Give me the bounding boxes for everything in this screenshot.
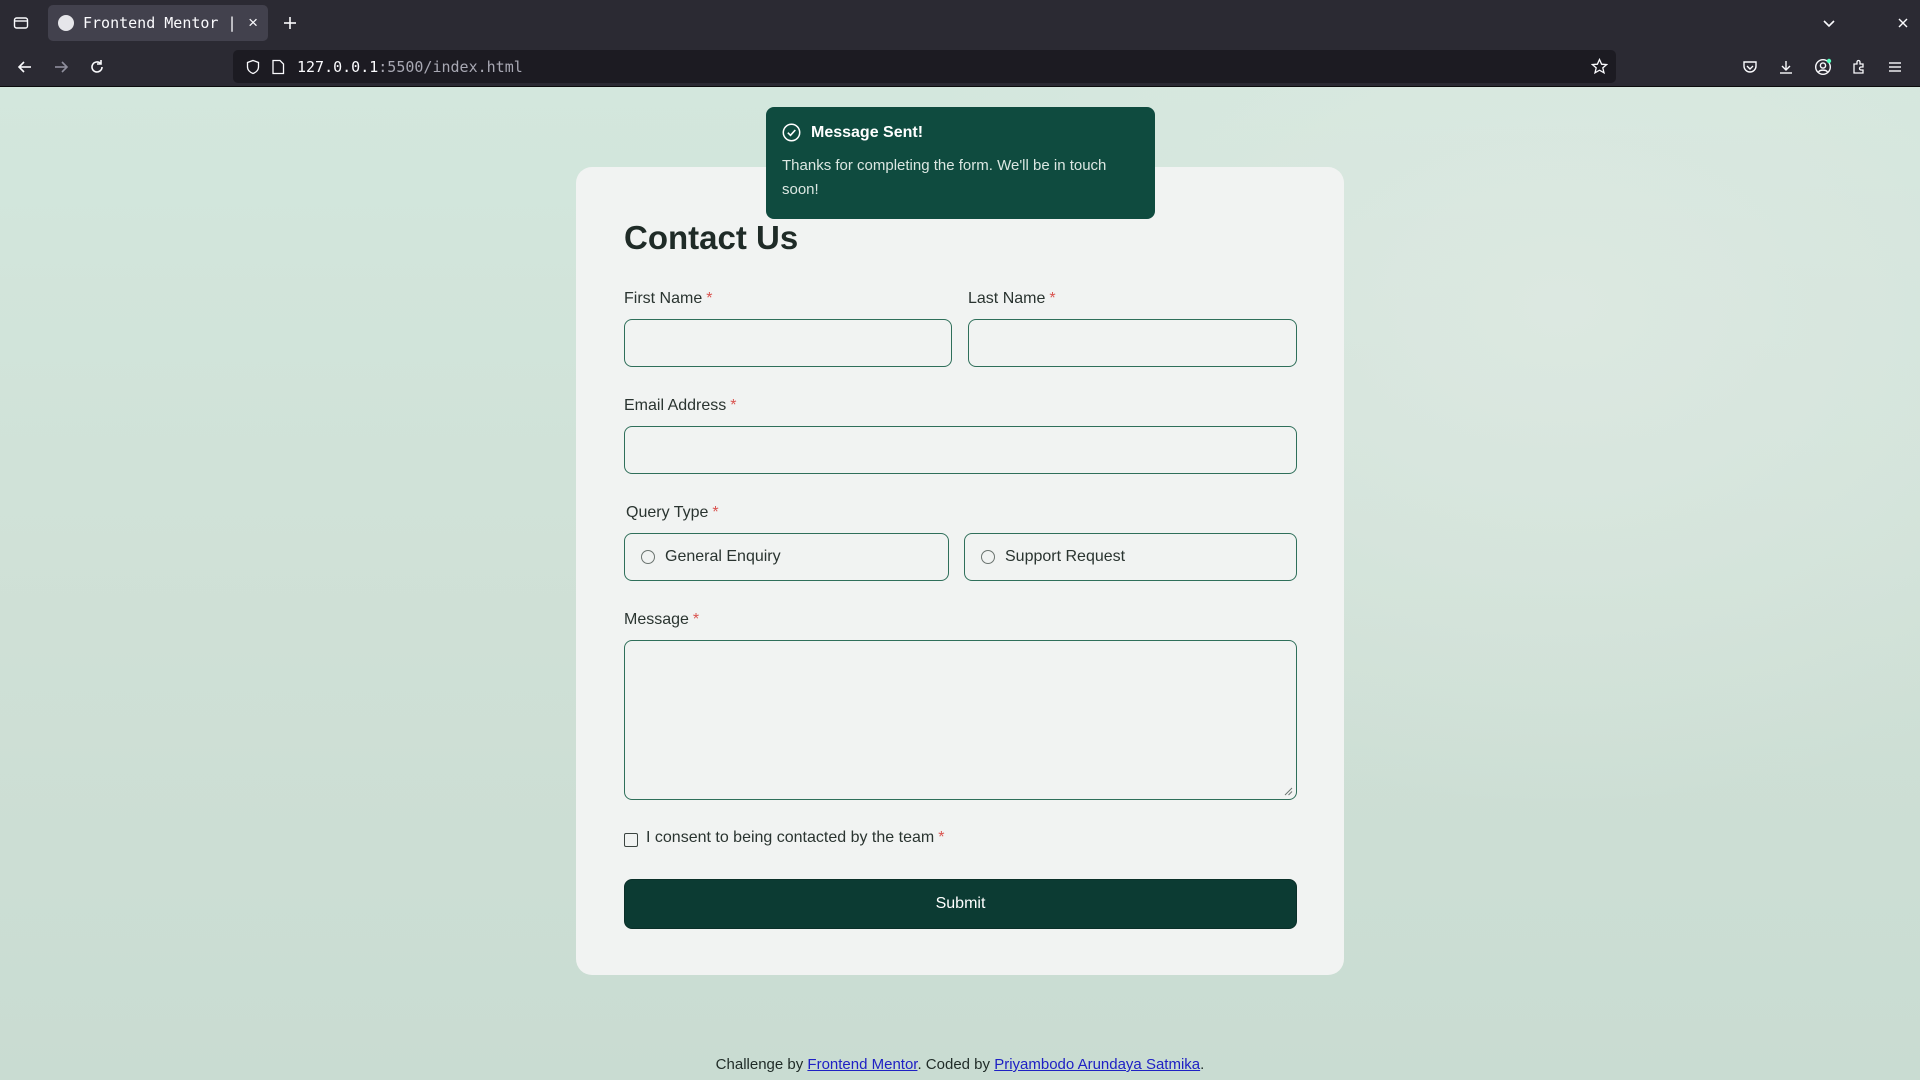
radio-general-enquiry[interactable]: General Enquiry (624, 533, 949, 581)
toast-header: Message Sent! (782, 123, 1139, 142)
email-label-text: Email Address (624, 397, 727, 414)
radio-general-enquiry-label: General Enquiry (665, 548, 781, 565)
radio-circle-icon[interactable] (641, 550, 655, 564)
radio-circle-icon[interactable] (981, 550, 995, 564)
email-label: Email Address * (624, 397, 737, 415)
menu-icon[interactable] (1882, 54, 1908, 80)
first-name-field[interactable] (624, 319, 952, 367)
message-label-text: Message (624, 611, 689, 628)
url-host: 127.0.0.1 (297, 57, 379, 76)
first-name-label: First Name * (624, 290, 712, 308)
consent-label[interactable]: I consent to being contacted by the team… (646, 829, 944, 847)
radio-support-request-label: Support Request (1005, 548, 1126, 565)
check-circle-icon (782, 123, 801, 142)
frontend-mentor-link[interactable]: Frontend Mentor (807, 1056, 917, 1073)
email-input[interactable] (625, 427, 1296, 473)
shield-icon[interactable] (245, 59, 261, 75)
last-name-field[interactable] (968, 319, 1297, 367)
resize-handle-icon[interactable] (1283, 786, 1293, 796)
footer-suffix: . (1200, 1056, 1205, 1073)
extensions-icon[interactable] (1846, 54, 1872, 80)
account-icon[interactable] (1810, 54, 1836, 80)
required-mark: * (730, 397, 737, 414)
url-path: :5500/index.html (378, 57, 523, 76)
query-type-label: Query Type * (626, 504, 719, 522)
radio-support-request[interactable]: Support Request (964, 533, 1297, 581)
query-type-label-text: Query Type (626, 504, 709, 521)
required-mark: * (706, 290, 713, 307)
close-tab-icon[interactable]: × (248, 13, 258, 33)
required-mark: * (692, 611, 700, 628)
new-tab-icon[interactable] (278, 11, 302, 35)
first-name-input[interactable] (625, 320, 951, 366)
consent-checkbox[interactable] (624, 833, 638, 847)
close-window-icon[interactable] (1891, 11, 1915, 35)
page-viewport: Contact Us First Name * Last Name * Email … (0, 87, 1920, 1080)
tab-title: Frontend Mentor | (83, 14, 237, 32)
back-icon[interactable] (12, 54, 38, 80)
download-icon[interactable] (1773, 54, 1799, 80)
submit-button[interactable]: Submit (624, 879, 1297, 929)
last-name-input[interactable] (969, 320, 1296, 366)
consent-label-text: I consent to being contacted by the team (646, 829, 935, 846)
tab-list-icon[interactable] (9, 11, 33, 35)
message-label: Message * (624, 611, 699, 629)
reload-icon[interactable] (84, 54, 110, 80)
browser-tab[interactable]: Frontend Mentor | × (48, 5, 268, 41)
page-icon (272, 59, 285, 74)
message-textarea[interactable] (624, 640, 1297, 800)
toast-message: Thanks for completing the form. We'll be… (782, 157, 1107, 198)
toast-title: Message Sent! (811, 123, 924, 141)
required-mark: * (938, 829, 945, 846)
footer-prefix: Challenge by (715, 1056, 808, 1073)
form-title: Contact Us (624, 219, 799, 256)
favicon-icon (58, 15, 74, 31)
last-name-label-text: Last Name (968, 290, 1046, 307)
chevron-down-icon[interactable] (1817, 11, 1841, 35)
required-mark: * (712, 504, 719, 521)
footer-middle: . Coded by (917, 1056, 995, 1073)
bookmark-star-icon[interactable] (1591, 58, 1608, 75)
last-name-label: Last Name * (968, 290, 1056, 308)
forward-icon[interactable] (48, 54, 74, 80)
url-bar[interactable]: 127.0.0.1:5500/index.html (233, 50, 1616, 83)
browser-nav-bar: 127.0.0.1:5500/index.html (0, 46, 1920, 87)
pocket-icon[interactable] (1737, 54, 1763, 80)
attribution-footer: Challenge by Frontend Mentor. Coded by P… (0, 1056, 1920, 1073)
required-mark: * (1049, 290, 1056, 307)
first-name-label-text: First Name (624, 290, 703, 307)
browser-tab-bar: Frontend Mentor | × (0, 0, 1920, 46)
email-field[interactable] (624, 426, 1297, 474)
author-link[interactable]: Priyambodo Arundaya Satmika (994, 1056, 1200, 1073)
url-text[interactable]: 127.0.0.1:5500/index.html (297, 58, 523, 76)
success-toast: Message Sent! Thanks for completing the … (766, 107, 1155, 219)
contact-form-card: Contact Us First Name * Last Name * Email … (576, 167, 1344, 975)
